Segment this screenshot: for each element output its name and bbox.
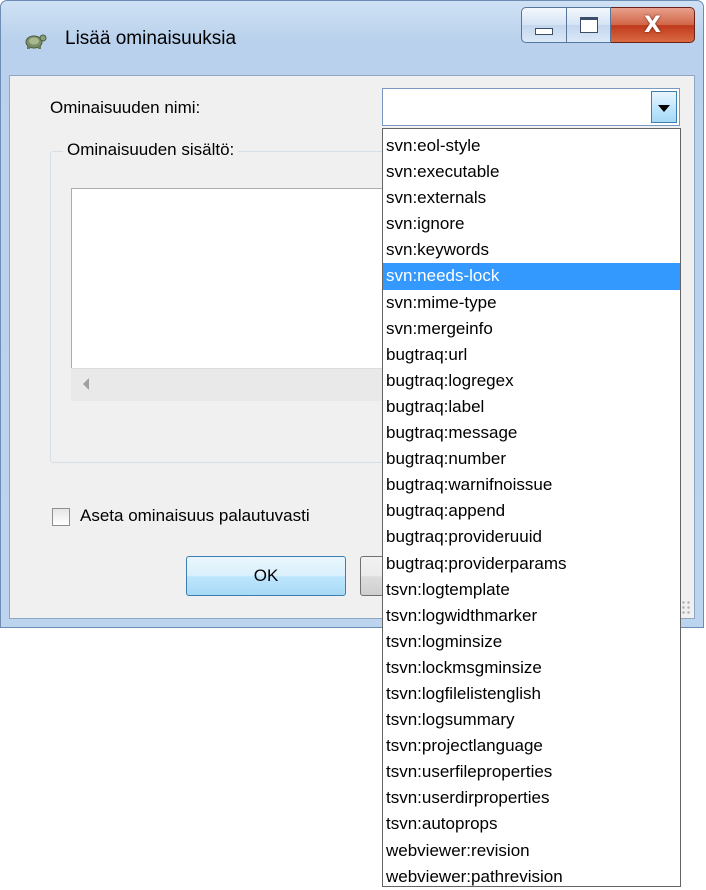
dropdown-item[interactable]: tsvn:userdirproperties [383,785,680,811]
dropdown-item[interactable]: bugtraq:providerparams [383,551,680,577]
dropdown-item[interactable]: webviewer:revision [383,838,680,864]
dropdown-item[interactable]: svn:eol-style [383,133,680,159]
dropdown-item[interactable]: svn:needs-lock [383,263,680,290]
dropdown-item[interactable]: bugtraq:number [383,446,680,472]
property-name-combobox[interactable] [382,88,680,126]
maximize-button[interactable] [567,7,611,43]
property-content-label: Ominaisuuden sisältö: [63,140,239,160]
dropdown-item[interactable]: svn:ignore [383,211,680,237]
dropdown-item[interactable]: svn:keywords [383,237,680,263]
combobox-dropdown-button[interactable] [651,91,677,123]
dropdown-item[interactable]: tsvn:logwidthmarker [383,603,680,629]
dropdown-item[interactable]: bugtraq:label [383,394,680,420]
dropdown-item[interactable]: bugtraq:url [383,342,680,368]
minimize-icon [535,27,553,35]
close-icon: X [644,12,661,38]
dropdown-item[interactable]: tsvn:userfileproperties [383,759,680,785]
dropdown-item[interactable]: bugtraq:append [383,498,680,524]
dropdown-item[interactable]: svn:externals [383,185,680,211]
ok-button-label: OK [253,566,279,585]
title-bar[interactable]: Lisää ominaisuuksia X [1,1,703,75]
dropdown-item[interactable]: svn:executable [383,159,680,185]
recursive-checkbox-label[interactable]: Aseta ominaisuus palautuvasti [80,506,310,526]
close-button[interactable]: X [611,7,695,43]
dropdown-item[interactable]: tsvn:logminsize [383,629,680,655]
dropdown-item[interactable]: tsvn:lockmsgminsize [383,655,680,681]
property-name-label: Ominaisuuden nimi: [50,98,201,117]
dropdown-item[interactable]: svn:mergeinfo [383,316,680,342]
chevron-down-icon [658,105,670,112]
caption-buttons: X [521,7,695,47]
ok-button[interactable]: OK [186,556,346,596]
dropdown-item[interactable]: bugtraq:provideruuid [383,524,680,550]
dropdown-item[interactable]: svn:mime-type [383,290,680,316]
window-title: Lisää ominaisuuksia [65,28,237,49]
dropdown-item[interactable]: bugtraq:message [383,420,680,446]
dropdown-item[interactable]: tsvn:autoprops [383,811,680,837]
dropdown-item[interactable]: webviewer:pathrevision [383,864,680,890]
tortoise-app-icon [25,34,47,49]
property-name-dropdown-list[interactable]: svn:eol-style svn:executable svn:externals… [382,128,681,887]
minimize-button[interactable] [521,7,567,43]
dropdown-item[interactable]: tsvn:logtemplate [383,577,680,603]
dropdown-item[interactable]: tsvn:logsummary [383,707,680,733]
dropdown-item[interactable]: tsvn:projectlanguage [383,733,680,759]
scroll-left-arrow-icon[interactable] [83,378,89,390]
recursive-checkbox[interactable] [52,508,70,526]
maximize-icon [579,17,598,33]
dropdown-item[interactable]: bugtraq:logregex [383,368,680,394]
dropdown-item[interactable]: bugtraq:warnifnoissue [383,472,680,498]
dropdown-item[interactable]: tsvn:logfilelistenglish [383,681,680,707]
